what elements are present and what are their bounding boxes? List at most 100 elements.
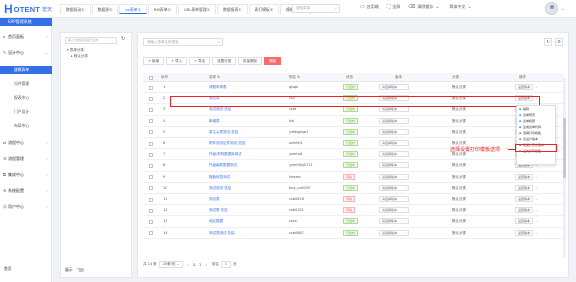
table-row[interactable]: 6附件测试证件测试·总结zzmhfj1已发布请选择版本默认分类设置版本⌄ <box>143 138 564 150</box>
row-checkbox[interactable] <box>149 163 153 168</box>
version-select[interactable]: 请选择版本 <box>379 172 409 183</box>
set-version-button[interactable]: 设置版本 <box>515 218 534 225</box>
menu-search-input[interactable]: 搜索菜单 ⌕ <box>292 4 340 13</box>
version-select-box[interactable]: 请选择版本 <box>379 173 409 180</box>
row-checkbox[interactable] <box>149 96 153 101</box>
table-row[interactable]: 4新增表fyb已发布请选择版本默认分类设置版本⌄ <box>143 116 564 127</box>
set-version-button[interactable]: 设置版本 <box>515 184 534 191</box>
form-name-link[interactable]: 附件测试证件测试·总结 <box>209 138 245 149</box>
toggle-switch[interactable] <box>75 268 84 272</box>
page-1-button[interactable]: 1 <box>193 263 195 267</box>
row-checkbox[interactable] <box>149 119 153 124</box>
table-row[interactable]: 9 随锁信息测试 fzzsmc 草稿 请选择版本 默认分类 设置版本⌄ <box>143 172 564 183</box>
add-button[interactable]: + 新增 <box>143 57 165 65</box>
tree-expand-switch[interactable]: 展示 <box>65 267 84 273</box>
row-checkbox[interactable] <box>149 197 153 202</box>
page-jump-input[interactable]: 1 <box>220 261 232 268</box>
page-2-button[interactable]: 2 <box>199 263 201 267</box>
form-name-link[interactable]: 地区数据 <box>209 216 223 227</box>
row-checkbox[interactable] <box>149 85 153 90</box>
header-name[interactable]: 名称 ⇅ <box>209 73 220 82</box>
row-checkbox[interactable] <box>149 208 153 213</box>
sidebar-sub-layout[interactable]: 布局中心 <box>0 122 52 130</box>
version-select-box[interactable]: 请选择版本 <box>379 229 409 236</box>
tab-4[interactable]: URL表单管理① <box>177 4 216 14</box>
sidebar-item-integration[interactable]: ⧉ 集成中心 › <box>0 170 52 180</box>
search-icon[interactable]: ⌕ <box>218 39 220 45</box>
version-select[interactable]: 请选择版本 <box>379 127 409 138</box>
chevron-down-icon[interactable]: ⌄ <box>535 183 538 194</box>
avatar[interactable] <box>545 2 558 15</box>
version-select-box[interactable]: 请选择版本 <box>379 117 409 124</box>
table-row[interactable]: 11 测试表 csb0818 草稿 请选择版本 默认分类 设置版本⌄ <box>143 194 564 206</box>
table-row[interactable]: 12 测试表·总结 csb0251 草稿 请选择版本 默认分类 设置版本⌄ <box>143 205 564 217</box>
apps-button[interactable]: ▭ 应用端 <box>360 4 379 10</box>
set-version-button[interactable]: 设置版本 <box>515 173 534 180</box>
version-select-box[interactable]: 请选择版本 <box>379 218 409 225</box>
chevron-down-icon[interactable]: ⌄ <box>535 228 538 239</box>
tab-6[interactable]: 表打模板① <box>248 4 280 14</box>
import-button[interactable]: + 导入 <box>166 57 188 65</box>
logo[interactable]: H OTENT 宏天 <box>4 2 52 16</box>
delete-button[interactable]: 删除 <box>264 57 282 65</box>
version-select-box[interactable]: 请选择版本 <box>379 140 409 146</box>
table-row[interactable]: 5新主从表测试·总结yzfdsjpqsrf已发布请选择版本默认分类设置版本⌄ <box>143 127 564 138</box>
row-checkbox[interactable] <box>149 130 153 135</box>
sidebar-item-home[interactable]: ⌂ 首页面板 › <box>0 32 52 42</box>
tab-3[interactable]: RM表单① <box>147 4 177 14</box>
version-select-box[interactable]: 请选择版本 <box>379 151 409 158</box>
version-select-box[interactable]: 请选择版本 <box>379 184 409 191</box>
next-page-button[interactable]: › <box>205 263 206 267</box>
tab-5[interactable]: 数据报表① <box>216 4 248 14</box>
form-name-link[interactable]: 测试表·总结 <box>209 205 228 216</box>
chevron-down-icon[interactable]: ⌄ <box>535 82 538 93</box>
form-name-link[interactable]: 测试表测试·总结 <box>209 228 235 239</box>
tree-filter-input[interactable]: 输入分类名称进行过滤 <box>65 37 117 44</box>
form-name-link[interactable]: 请假申请表 <box>209 82 227 93</box>
form-name-link[interactable]: 仟级级联数据测试 <box>209 160 237 171</box>
form-name-link[interactable]: 测试表 <box>209 194 220 205</box>
row-checkbox[interactable] <box>149 141 153 146</box>
version-select-box[interactable]: 请选择版本 <box>379 106 409 113</box>
row-checkbox[interactable] <box>149 107 153 112</box>
row-checkbox[interactable] <box>149 186 153 191</box>
version-select[interactable]: 请选择版本 <box>379 228 409 239</box>
table-row[interactable]: 8仟级级联数据测试yzmhfjxj0711已发布请选择版本默认分类设置版本⌄ <box>143 160 564 172</box>
refresh-icon[interactable]: ↻ <box>544 38 552 46</box>
version-select-box[interactable]: 请选择版本 <box>379 162 409 169</box>
set-version-button[interactable]: 设置版本 <box>515 229 534 236</box>
version-select[interactable]: 请选择版本 <box>379 82 409 93</box>
table-row[interactable]: 10 测试测试·总结 bdy_cs0009 已发布 请选择版本 默认分类 设置版本⌄ <box>143 183 564 194</box>
version-select-box[interactable]: 请选择版本 <box>379 207 409 214</box>
form-name-link[interactable]: 新主从表测试·总结 <box>209 127 238 138</box>
tree-node-root[interactable]: ▾ 表单分类 <box>67 48 84 53</box>
chevron-down-icon[interactable]: ⌄ <box>535 216 538 227</box>
table-row[interactable]: 1 请假申请表 qjsqb 已发布 请选择版本 默认分类 设置版本⌄ <box>143 82 564 94</box>
version-select[interactable]: 请选择版本 <box>379 183 409 194</box>
tab-0[interactable]: 数据驱动① <box>60 4 91 14</box>
header-alias[interactable]: 别名 ⇅ <box>289 73 300 82</box>
tab-2[interactable]: pc表单① <box>119 4 147 14</box>
table-row[interactable]: 7仟级/采购数据库测试yzmhqf已发布请选择版本默认分类设置版本⌄ <box>143 149 564 161</box>
form-name-link[interactable]: 仟级/采购数据库测试 <box>209 149 242 160</box>
chevron-down-icon[interactable]: ⌄ <box>535 172 538 183</box>
tree-node-default[interactable]: ▸ 默认分类 <box>71 54 88 59</box>
version-select[interactable]: 请选择版本 <box>379 149 409 160</box>
columns-icon[interactable]: ⚙ <box>555 38 563 46</box>
row-checkbox[interactable] <box>149 231 153 236</box>
table-scrollbar[interactable] <box>563 78 566 258</box>
form-name-link[interactable]: 测试测试·总结 <box>209 183 231 194</box>
form-name-link[interactable]: 新增表 <box>209 116 220 127</box>
export-button[interactable]: + 导出 <box>189 57 211 65</box>
version-select[interactable]: 请选择版本 <box>379 216 409 227</box>
version-select[interactable]: 请选择版本 <box>379 138 409 149</box>
version-select[interactable]: 请选择版本 <box>379 194 409 205</box>
chevron-down-icon[interactable]: ⌄ <box>535 205 538 216</box>
tab-1[interactable]: 数据源① <box>91 4 119 14</box>
sidebar-item-design[interactable]: ✎ 设计中心 ⌄ <box>0 48 52 58</box>
chevron-down-icon[interactable]: ⌄ <box>561 6 564 11</box>
version-select-box[interactable]: 请选择版本 <box>379 196 409 202</box>
sidebar-sub-reports[interactable]: 报表中心 <box>0 94 52 102</box>
sidebar-sub-form-modeling[interactable]: 建模表单 <box>0 66 52 74</box>
set-version-button[interactable]: 设置版本 <box>515 84 534 90</box>
